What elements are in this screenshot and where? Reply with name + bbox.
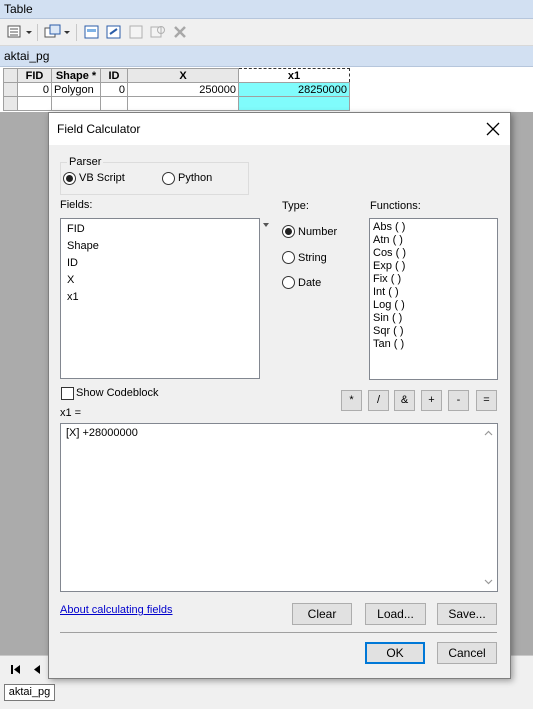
attribute-table: FID Shape * ID X x1 0 Polygon 0 250000 2…: [3, 68, 350, 111]
parser-python-label[interactable]: Python: [178, 172, 212, 184]
save-button[interactable]: Save...: [437, 603, 497, 625]
window-title: Table: [4, 2, 33, 16]
sort-arrow-icon[interactable]: [263, 219, 269, 231]
load-button[interactable]: Load...: [365, 603, 426, 625]
column-header-x[interactable]: X: [127, 68, 239, 83]
list-item[interactable]: Abs ( ): [370, 221, 497, 234]
type-label: Type:: [282, 200, 309, 212]
list-item[interactable]: ID: [61, 255, 259, 272]
chevron-down-icon[interactable]: [62, 23, 72, 41]
table-tab[interactable]: aktai_pg: [4, 684, 55, 701]
type-number-label[interactable]: Number: [298, 226, 337, 238]
table-header-row: FID Shape * ID X x1: [3, 68, 350, 83]
list-item[interactable]: Atn ( ): [370, 234, 497, 247]
column-header-x1[interactable]: x1: [238, 68, 350, 83]
list-item[interactable]: FID: [61, 221, 259, 238]
parser-label: Parser: [67, 156, 104, 168]
list-item[interactable]: Fix ( ): [370, 273, 497, 286]
clear-button[interactable]: Clear: [292, 603, 352, 625]
dialog-title: Field Calculator: [57, 122, 141, 136]
select-by-attributes-icon[interactable]: [83, 23, 101, 41]
about-calculating-fields-link[interactable]: About calculating fields: [60, 604, 173, 616]
type-date-label[interactable]: Date: [298, 277, 321, 289]
ampersand-button[interactable]: &: [394, 390, 415, 411]
show-codeblock-checkbox[interactable]: [61, 387, 74, 400]
show-codeblock-label[interactable]: Show Codeblock: [76, 387, 159, 399]
expression-label: x1 =: [60, 407, 82, 419]
expression-text: [X] +28000000: [66, 427, 138, 439]
row-selector-header[interactable]: [3, 68, 18, 83]
list-item[interactable]: X: [61, 272, 259, 289]
cancel-button[interactable]: Cancel: [437, 642, 497, 664]
dialog-title-bar: Field Calculator: [49, 113, 510, 145]
list-item[interactable]: Tan ( ): [370, 338, 497, 351]
list-item[interactable]: Sqr ( ): [370, 325, 497, 338]
column-header-id[interactable]: ID: [100, 68, 128, 83]
list-item[interactable]: Sin ( ): [370, 312, 497, 325]
clear-selection-icon[interactable]: [127, 23, 145, 41]
expression-textarea[interactable]: [X] +28000000: [60, 423, 498, 592]
first-record-icon[interactable]: [10, 664, 22, 678]
cell-x[interactable]: 250000: [127, 82, 239, 97]
cell-shape[interactable]: Polygon: [51, 82, 101, 97]
scroll-up-icon[interactable]: [483, 428, 494, 439]
list-item[interactable]: Cos ( ): [370, 247, 497, 260]
fields-label: Fields:: [60, 199, 93, 211]
type-date-radio[interactable]: [282, 276, 295, 289]
table-options-icon[interactable]: [6, 23, 24, 41]
separator: [60, 632, 497, 633]
type-string-radio[interactable]: [282, 251, 295, 264]
parser-vbscript-label[interactable]: VB Script: [79, 172, 125, 184]
zoom-to-selected-icon[interactable]: [149, 23, 167, 41]
list-item[interactable]: Shape: [61, 238, 259, 255]
type-string-label[interactable]: String: [298, 252, 327, 264]
switch-selection-icon[interactable]: [105, 23, 123, 41]
row-selector[interactable]: [3, 82, 18, 97]
close-icon[interactable]: [484, 120, 502, 138]
minus-button[interactable]: -: [448, 390, 469, 411]
plus-button[interactable]: +: [421, 390, 442, 411]
ok-button[interactable]: OK: [365, 642, 425, 664]
list-item[interactable]: Log ( ): [370, 299, 497, 312]
scroll-down-icon[interactable]: [483, 576, 494, 587]
functions-label: Functions:: [370, 200, 421, 212]
equals-button[interactable]: =: [476, 390, 497, 411]
table-tab-title[interactable]: aktai_pg: [0, 46, 533, 67]
table-row-empty: [3, 96, 350, 111]
fields-list[interactable]: FID Shape ID X x1: [60, 218, 260, 379]
window-title-bar: Table: [0, 0, 533, 19]
parser-vbscript-radio[interactable]: [63, 172, 76, 185]
divide-button[interactable]: /: [368, 390, 389, 411]
cell-fid[interactable]: 0: [17, 82, 52, 97]
cell-id[interactable]: 0: [100, 82, 128, 97]
delete-selected-icon[interactable]: [171, 23, 189, 41]
chevron-down-icon[interactable]: [24, 23, 34, 41]
column-header-fid[interactable]: FID: [17, 68, 52, 83]
multiply-button[interactable]: *: [341, 390, 362, 411]
list-item[interactable]: Int ( ): [370, 286, 497, 299]
column-header-shape[interactable]: Shape *: [51, 68, 101, 83]
previous-record-icon[interactable]: [32, 664, 42, 678]
table-row[interactable]: 0 Polygon 0 250000 28250000: [3, 82, 350, 97]
table-toolbar: [0, 19, 533, 46]
functions-list[interactable]: Abs ( ) Atn ( ) Cos ( ) Exp ( ) Fix ( ) …: [369, 218, 498, 380]
type-number-radio[interactable]: [282, 225, 295, 238]
list-item[interactable]: Exp ( ): [370, 260, 497, 273]
parser-python-radio[interactable]: [162, 172, 175, 185]
related-tables-icon[interactable]: [44, 23, 62, 41]
field-calculator-dialog: Field Calculator Parser VB Script Python…: [48, 112, 511, 679]
cell-x1[interactable]: 28250000: [238, 82, 350, 97]
list-item[interactable]: x1: [61, 289, 259, 306]
